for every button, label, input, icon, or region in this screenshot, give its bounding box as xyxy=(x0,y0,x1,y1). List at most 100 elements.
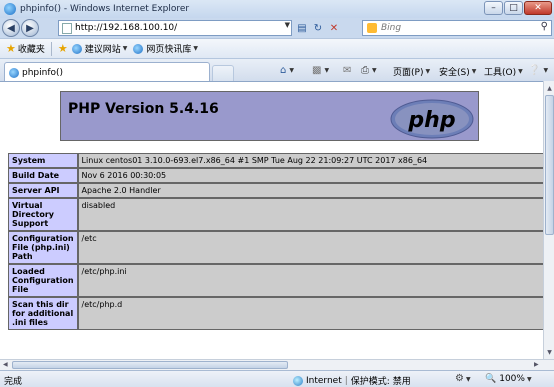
safety-menu-label: 安全(S) xyxy=(439,68,470,78)
suggested-sites-link[interactable]: 建议网站 ▼ xyxy=(71,42,128,55)
scroll-down-icon[interactable]: ▼ xyxy=(545,347,554,357)
web-slice-gallery-link[interactable]: 网页快讯库 ▼ xyxy=(133,42,198,55)
page-icon xyxy=(62,22,72,34)
search-placeholder[interactable]: Bing xyxy=(381,23,401,33)
address-bar[interactable]: http://192.168.100.10/ ▼ xyxy=(58,20,292,36)
refresh-icon[interactable]: ↻ xyxy=(311,21,325,35)
row-value: Apache 2.0 Handler xyxy=(77,183,543,198)
row-key: Server API xyxy=(8,183,78,198)
row-key: Scan this dir for additional .ini files xyxy=(8,297,78,330)
compatibility-view-icon[interactable]: ▤ xyxy=(295,21,309,35)
row-value: Linux centos01 3.10.0-693.el7.x86_64 #1 … xyxy=(77,153,543,168)
add-to-favorites-bar-button[interactable]: ★ xyxy=(58,42,70,55)
zoom-control[interactable]: 🔍 100% ▼ xyxy=(485,374,532,384)
zoom-level: 100% xyxy=(499,374,525,384)
horizontal-scroll-thumb[interactable] xyxy=(12,361,288,369)
scroll-up-icon[interactable]: ▲ xyxy=(545,83,554,93)
help-icon: ❔ xyxy=(528,65,541,76)
forward-button[interactable]: ▶ xyxy=(21,19,39,37)
address-url[interactable]: http://192.168.100.10/ xyxy=(75,23,177,33)
minimize-button[interactable]: – xyxy=(484,1,503,15)
chevron-down-icon: ▼ xyxy=(289,67,294,74)
feeds-button[interactable]: ▩ ▼ xyxy=(312,65,329,76)
table-row: Server API Apache 2.0 Handler xyxy=(8,183,543,198)
printer-icon: ⎙ xyxy=(361,65,369,76)
stop-icon[interactable]: ✕ xyxy=(327,21,341,35)
chevron-down-icon: ▼ xyxy=(526,375,532,383)
search-icon[interactable]: ⚲ xyxy=(541,21,548,32)
navigation-bar: ◀ ▶ http://192.168.100.10/ ▼ ▤ ↻ ✕ Bing … xyxy=(0,18,554,38)
scroll-left-icon[interactable]: ◀ xyxy=(3,361,8,368)
table-row: Scan this dir for additional .ini files /… xyxy=(8,297,543,330)
security-zone[interactable]: Internet | 保护模式: 禁用 xyxy=(293,374,411,387)
chevron-down-icon: ▼ xyxy=(543,67,549,74)
tab-phpinfo[interactable]: phpinfo() xyxy=(4,62,210,82)
row-key: Build Date xyxy=(8,168,78,183)
divider: | xyxy=(344,375,348,386)
vertical-scrollbar[interactable]: ▲ ▼ xyxy=(543,81,554,359)
ie-page-icon xyxy=(71,43,82,54)
favorites-bar: ★ 收藏夹 ★ 建议网站 ▼ 网页快讯库 ▼ xyxy=(0,38,554,58)
vertical-scroll-thumb[interactable] xyxy=(545,95,554,235)
mail-icon: ✉ xyxy=(343,65,352,76)
php-version-heading: PHP Version 5.4.16 xyxy=(68,101,219,117)
gear-icon[interactable]: ⚙ ▼ xyxy=(455,373,471,384)
zoom-icon: 🔍 xyxy=(485,374,497,384)
table-row: System Linux centos01 3.10.0-693.el7.x86_… xyxy=(8,153,543,168)
page-content: PHP Version 5.4.16 php System Linux cento… xyxy=(0,81,543,359)
help-button[interactable]: ❔ ▼ xyxy=(528,65,548,76)
tab-title: phpinfo() xyxy=(22,67,64,78)
home-icon: ⌂ xyxy=(280,65,287,76)
star-icon: ★ xyxy=(6,42,16,55)
chevron-down-icon: ▼ xyxy=(324,67,330,74)
add-favorite-icon: ★ xyxy=(57,42,68,55)
php-version-header: PHP Version 5.4.16 php xyxy=(60,91,479,141)
bing-icon xyxy=(367,23,377,33)
status-bar: 完成 Internet | 保护模式: 禁用 ⚙ ▼ 🔍 100% ▼ xyxy=(0,370,554,387)
php-info-table: System Linux centos01 3.10.0-693.el7.x86_… xyxy=(8,153,543,330)
maximize-button[interactable]: □ xyxy=(504,1,523,15)
new-tab-button[interactable] xyxy=(212,65,234,81)
tools-menu-label: 工具(O) xyxy=(484,68,517,78)
favorites-label: 收藏夹 xyxy=(17,45,45,55)
row-value: /etc/php.ini xyxy=(77,264,543,297)
close-button[interactable]: ✕ xyxy=(524,1,552,15)
scroll-right-icon[interactable]: ▶ xyxy=(534,361,539,368)
row-key: Configuration File (php.ini) Path xyxy=(8,231,78,264)
print-button[interactable]: ⎙ ▼ xyxy=(361,65,377,76)
row-value: Nov 6 2016 00:30:05 xyxy=(77,168,543,183)
php-logo-text: php xyxy=(407,108,455,133)
read-mail-button[interactable]: ✉ xyxy=(343,65,352,76)
tools-menu[interactable]: 工具(O) ▼ xyxy=(484,65,523,78)
globe-icon xyxy=(293,375,303,386)
php-logo: php xyxy=(390,99,474,139)
chevron-down-icon: ▼ xyxy=(122,45,128,52)
ie-page-icon xyxy=(9,67,19,78)
row-key: System xyxy=(8,153,78,168)
back-button[interactable]: ◀ xyxy=(2,19,20,37)
feeds-icon: ▩ xyxy=(312,65,322,76)
address-dropdown-icon[interactable]: ▼ xyxy=(285,21,290,29)
suggested-sites-label: 建议网站 xyxy=(84,45,121,55)
page-menu[interactable]: 页面(P) ▼ xyxy=(393,65,430,78)
divider xyxy=(50,41,52,56)
home-button[interactable]: ⌂ ▼ xyxy=(280,65,294,76)
horizontal-scrollbar[interactable]: ◀ ▶ xyxy=(0,359,554,370)
row-key: Loaded Configuration File xyxy=(8,264,78,297)
favorites-button[interactable]: ★ 收藏夹 xyxy=(6,42,45,55)
title-bar: phpinfo() - Windows Internet Explorer – … xyxy=(0,0,554,18)
search-box[interactable]: Bing ⚲ xyxy=(362,20,552,36)
safety-menu[interactable]: 安全(S) ▼ xyxy=(439,65,476,78)
web-slice-gallery-label: 网页快讯库 xyxy=(146,45,192,55)
chevron-down-icon: ▼ xyxy=(193,45,199,52)
ie-page-icon xyxy=(133,43,144,54)
row-key: Virtual Directory Support xyxy=(8,198,78,231)
row-value: /etc xyxy=(77,231,543,264)
row-value: /etc/php.d xyxy=(77,297,543,330)
table-row: Configuration File (php.ini) Path/etc xyxy=(8,231,543,264)
window-controls: – □ ✕ xyxy=(483,1,552,15)
table-row: Build Date Nov 6 2016 00:30:05 xyxy=(8,168,543,183)
ie-app-icon xyxy=(4,3,16,15)
chevron-down-icon: ▼ xyxy=(471,68,477,75)
protected-mode-label: 保护模式: 禁用 xyxy=(350,377,411,387)
